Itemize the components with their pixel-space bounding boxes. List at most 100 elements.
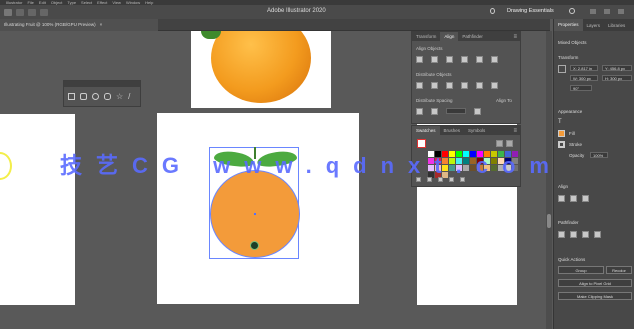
list-view-icon[interactable]	[496, 140, 503, 147]
title-bar: Adobe Illustrator 2020 Drawing Essential…	[0, 5, 634, 19]
distribute-objects-row	[416, 82, 498, 89]
width-field[interactable]: W: 300 px	[570, 75, 598, 81]
document-tab-label: Illustrating Fruit @ 100% (RGB/GPU Previ…	[4, 22, 96, 27]
artboard-left[interactable]	[0, 114, 75, 305]
search-icon[interactable]	[569, 8, 575, 14]
document-tab[interactable]: Illustrating Fruit @ 100% (RGB/GPU Previ…	[0, 19, 158, 31]
align-panel-tabs: Transform Align Pathfinder ≡	[412, 32, 520, 41]
align-to-selection-icon[interactable]	[474, 108, 481, 115]
intersect-icon[interactable]	[582, 231, 589, 238]
rectangle-icon[interactable]	[68, 93, 75, 100]
grid-view-icon[interactable]	[506, 140, 513, 147]
swatches-panel-tabs: Swatches Brushes Symbols ≡	[412, 126, 520, 135]
rounded-rectangle-icon[interactable]	[80, 93, 87, 100]
align-top-icon[interactable]	[461, 56, 468, 63]
restore-button[interactable]	[604, 9, 610, 14]
align-quick-row	[558, 195, 589, 202]
panel-menu-icon[interactable]: ≡	[513, 128, 517, 134]
align-bottom-icon[interactable]	[491, 56, 498, 63]
exclude-icon[interactable]	[594, 231, 601, 238]
anchor-handle[interactable]	[250, 241, 259, 250]
group-button[interactable]: Group	[558, 266, 604, 274]
tab-swatches[interactable]: Swatches	[412, 126, 440, 135]
align-hcenter-icon[interactable]	[431, 56, 438, 63]
tab-transform[interactable]: Transform	[412, 34, 440, 39]
panel-menu-icon[interactable]: ≡	[513, 34, 517, 40]
shape-tools-panel: ☆ /	[63, 80, 141, 107]
align-left-icon[interactable]	[416, 56, 423, 63]
ellipse-icon[interactable]	[92, 93, 99, 100]
tab-properties[interactable]: Properties	[554, 19, 583, 31]
align-panel: Transform Align Pathfinder ≡ Align Objec…	[411, 31, 521, 124]
minimize-button[interactable]	[590, 9, 596, 14]
recolor-button[interactable]: Recolor	[606, 266, 632, 274]
home-icon[interactable]	[4, 8, 12, 16]
stroke-label: Stroke	[569, 142, 583, 147]
distribute-vcenter-icon[interactable]	[431, 82, 438, 89]
canvas-scrollbar[interactable]	[546, 31, 552, 329]
quick-actions-title: Quick Actions	[558, 257, 586, 262]
pathfinder-section-title: Pathfinder	[558, 220, 579, 225]
distribute-spacing-label: Distribute Spacing	[416, 98, 453, 103]
align-objects-row	[416, 56, 498, 63]
layout-icon[interactable]	[16, 8, 24, 16]
properties-tabs: Properties Layers Libraries	[554, 19, 634, 31]
fill-color-icon[interactable]	[558, 130, 565, 137]
reference-point-icon[interactable]	[558, 65, 566, 73]
rotation-field[interactable]: 90°	[570, 85, 592, 91]
distribute-left-icon[interactable]	[461, 82, 468, 89]
fill-stroke-icon[interactable]	[417, 139, 426, 148]
transform-section-title: Transform	[558, 55, 579, 60]
pen-icon[interactable]	[40, 8, 48, 16]
clipping-mask-button[interactable]: Make Clipping Mask	[558, 292, 632, 300]
opacity-field[interactable]: 100%	[590, 152, 608, 158]
arrange-icon[interactable]	[28, 8, 36, 16]
spacing-horizontal-icon[interactable]	[431, 108, 438, 115]
polygon-icon[interactable]	[104, 93, 111, 100]
pathfinder-row	[558, 231, 601, 238]
scrollbar-thumb[interactable]	[547, 214, 551, 228]
tab-symbols[interactable]: Symbols	[464, 128, 489, 133]
stroke-color-icon[interactable]	[558, 141, 565, 148]
opacity-label: Opacity	[569, 153, 585, 158]
spacing-vertical-icon[interactable]	[416, 108, 423, 115]
x-field[interactable]: X: 2.817 in	[570, 65, 598, 71]
align-left-small-icon[interactable]	[558, 195, 565, 202]
tab-libraries[interactable]: Libraries	[604, 23, 629, 28]
type-icon: T	[558, 119, 562, 125]
tab-layers[interactable]: Layers	[583, 23, 605, 28]
properties-panel: Properties Layers Libraries Mixed Object…	[553, 19, 634, 329]
line-icon[interactable]: /	[128, 93, 130, 101]
star-icon[interactable]: ☆	[116, 93, 123, 101]
y-field[interactable]: Y: 456.8 px	[602, 65, 632, 71]
distribute-bottom-icon[interactable]	[446, 82, 453, 89]
swatch-view-icons	[496, 140, 513, 147]
align-pixel-grid-button[interactable]: Align to Pixel Grid	[558, 279, 632, 287]
artboard-top[interactable]	[191, 31, 331, 108]
document-tabs: Illustrating Fruit @ 100% (RGB/GPU Previ…	[0, 19, 550, 31]
selection-type: Mixed Objects	[558, 40, 587, 45]
unite-icon[interactable]	[558, 231, 565, 238]
spacing-value-field[interactable]	[446, 108, 466, 114]
lightbulb-icon[interactable]	[490, 8, 495, 14]
tab-align[interactable]: Align	[440, 32, 459, 41]
distribute-right-icon[interactable]	[491, 82, 498, 89]
close-icon[interactable]: ×	[100, 22, 103, 27]
distribute-hcenter-icon[interactable]	[476, 82, 483, 89]
close-button[interactable]	[618, 9, 624, 14]
align-right-icon[interactable]	[446, 56, 453, 63]
distribute-top-icon[interactable]	[416, 82, 423, 89]
fill-label: Fill	[569, 131, 575, 136]
height-field[interactable]: H: 300 px	[602, 75, 632, 81]
align-vcenter-icon[interactable]	[476, 56, 483, 63]
minus-front-icon[interactable]	[570, 231, 577, 238]
distribute-objects-label: Distribute Objects	[416, 72, 452, 77]
align-right-small-icon[interactable]	[582, 195, 589, 202]
align-center-small-icon[interactable]	[570, 195, 577, 202]
orange-photo	[211, 31, 311, 103]
tab-pathfinder[interactable]: Pathfinder	[458, 34, 487, 39]
align-section-title: Align	[558, 184, 569, 189]
workspace-switcher[interactable]: Drawing Essentials	[507, 8, 554, 14]
tab-brushes[interactable]: Brushes	[440, 128, 465, 133]
watermark: 技艺CG www.qdnxt.com	[60, 153, 563, 178]
